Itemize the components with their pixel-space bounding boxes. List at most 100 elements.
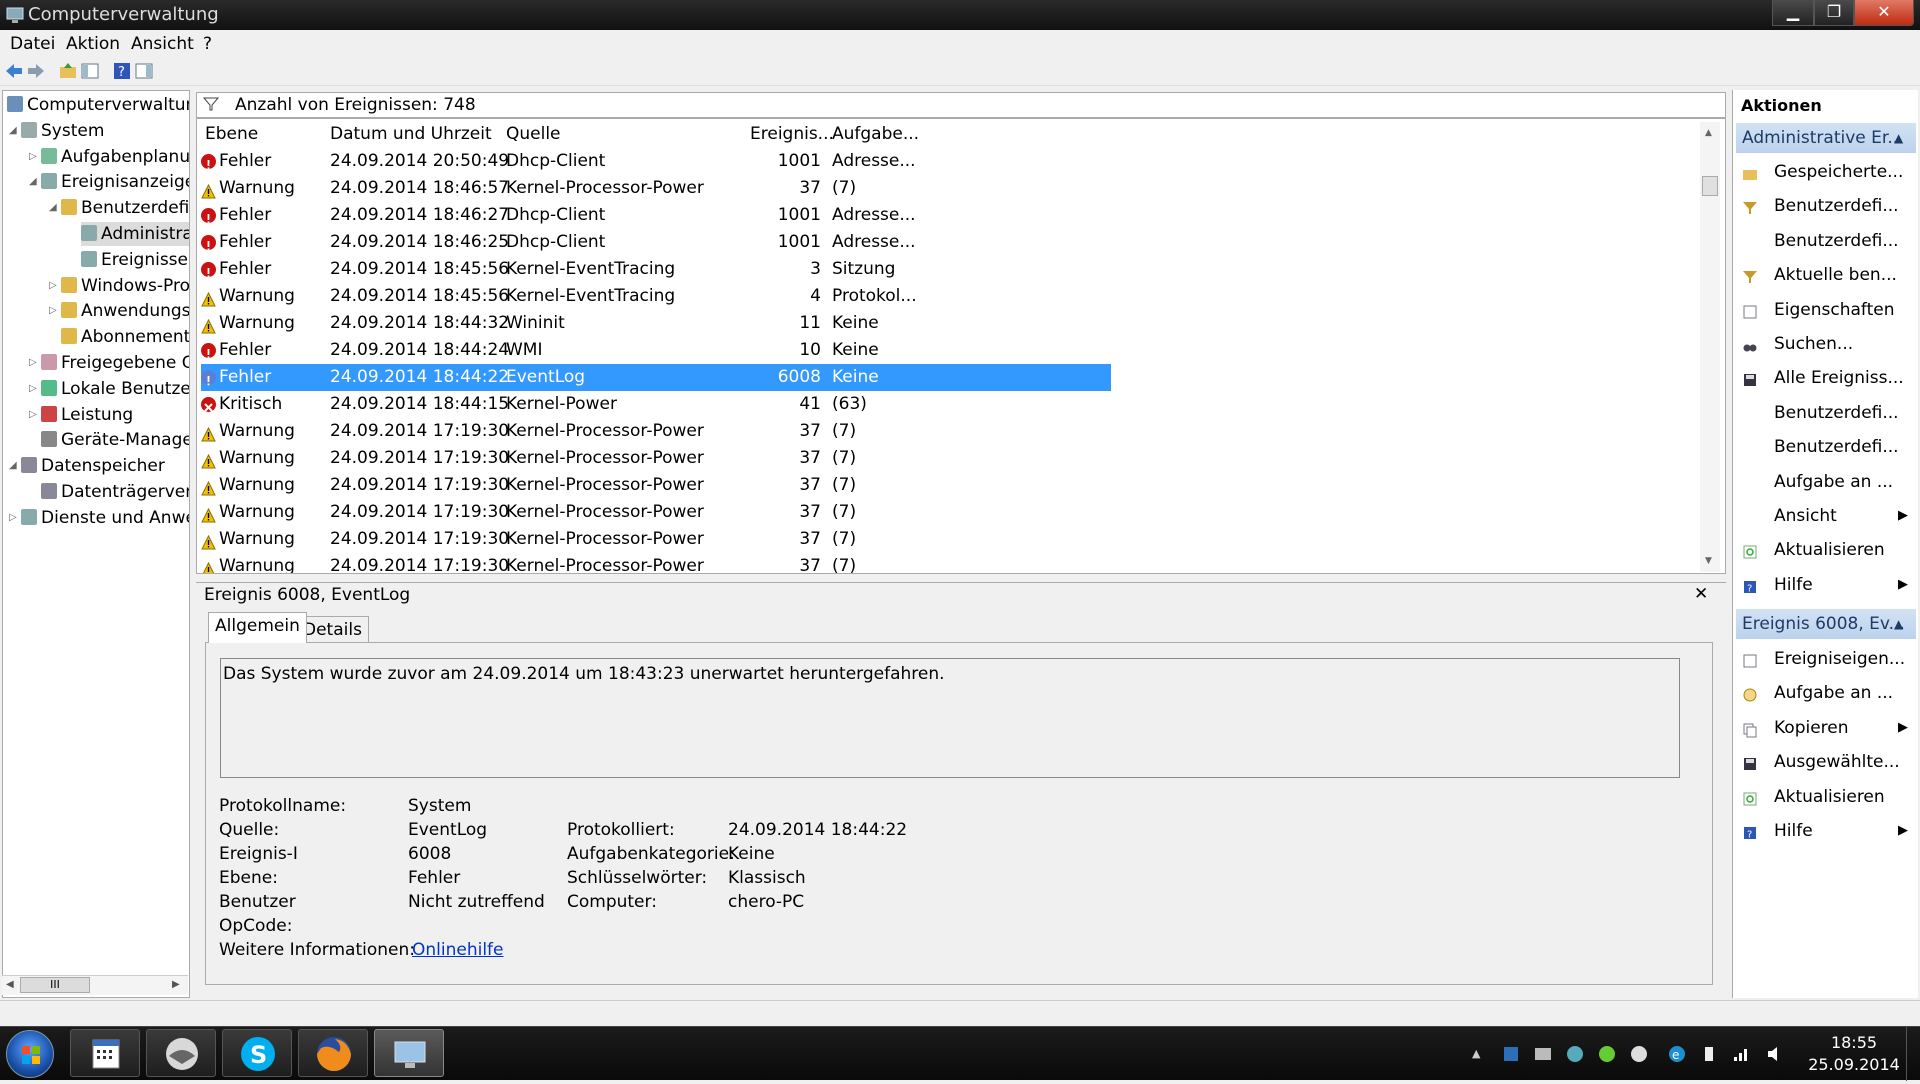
start-button[interactable]: [6, 1030, 54, 1078]
tree-node[interactable]: ▷ Anwendungs-: [49, 299, 189, 323]
taskbar-skype-app[interactable]: S: [222, 1029, 292, 1077]
column-header-source[interactable]: Quelle: [506, 121, 561, 147]
detail-close-icon[interactable]: ✕: [1694, 584, 1708, 604]
keyboard-tray-icon[interactable]: [1534, 1045, 1552, 1063]
submenu-arrow-icon[interactable]: ▶: [1898, 508, 1908, 523]
tree-node[interactable]: ▷ Aufgabenplanur: [29, 145, 189, 169]
help-icon[interactable]: ?: [112, 61, 132, 81]
taskbar-computer-management-app[interactable]: [374, 1029, 444, 1077]
action-item[interactable]: Benutzerdefi...: [1774, 403, 1899, 423]
table-row[interactable]: Warnung 24.09.2014 18:45:56 Kernel-EventTr…: [201, 283, 1111, 310]
collapsed-triangle-icon[interactable]: ▷: [29, 377, 37, 401]
submenu-arrow-icon[interactable]: ▶: [1898, 823, 1908, 838]
table-row[interactable]: Fehler 24.09.2014 18:44:24 WMI Keine 10: [201, 337, 1111, 364]
column-header-task[interactable]: Aufgabe...: [832, 121, 919, 147]
network-tool-tray-icon[interactable]: [1502, 1045, 1520, 1063]
action-item[interactable]: Hilfe: [1774, 821, 1813, 841]
scroll-thumb[interactable]: III: [20, 977, 90, 993]
signal-icon[interactable]: [1732, 1045, 1750, 1063]
taskbar-calendar-app[interactable]: [70, 1029, 140, 1077]
scroll-left-icon[interactable]: ◀: [6, 979, 14, 990]
tab-allgemein[interactable]: Allgemein: [208, 612, 307, 643]
column-header-level[interactable]: Ebene: [205, 121, 258, 147]
scroll-down-icon[interactable]: ▼: [1705, 556, 1712, 566]
action-item[interactable]: Aufgabe an ...: [1774, 683, 1893, 703]
clock-time[interactable]: 18:55: [1804, 1033, 1904, 1052]
action-item[interactable]: Benutzerdefi...: [1774, 196, 1899, 216]
table-row[interactable]: Warnung 24.09.2014 18:44:32 Wininit Keine 11: [201, 310, 1111, 337]
up-folder-icon[interactable]: [58, 61, 78, 81]
tree-horizontal-scrollbar[interactable]: ◀ III ▶: [2, 975, 188, 995]
table-row[interactable]: Warnung 24.09.2014 17:19:30 Kernel-Process…: [201, 472, 1111, 499]
tree-node[interactable]: Ereignisse c: [81, 248, 189, 272]
tree-node[interactable]: ▷ Lokale Benutzer: [29, 377, 189, 401]
back-arrow-icon[interactable]: [4, 61, 24, 81]
menu-ansicht[interactable]: Ansicht: [131, 34, 194, 54]
action-item[interactable]: Benutzerdefi...: [1774, 437, 1899, 457]
tree-node[interactable]: ◢ Datenspeicher: [9, 454, 165, 478]
scroll-right-icon[interactable]: ▶: [172, 979, 180, 990]
table-row[interactable]: Fehler 24.09.2014 18:46:25 Dhcp-Client Adre…: [201, 229, 1111, 256]
submenu-arrow-icon[interactable]: ▶: [1898, 720, 1908, 735]
table-row[interactable]: Fehler 24.09.2014 20:50:49 Dhcp-Client Adre…: [201, 148, 1111, 175]
collapsed-triangle-icon[interactable]: ▷: [49, 274, 57, 298]
tree-node[interactable]: Datenträgerverw: [41, 480, 189, 504]
tree-node[interactable]: ▷ Leistung: [29, 403, 133, 427]
cloud-tray-icon[interactable]: [1630, 1045, 1648, 1063]
tree-node[interactable]: ▷ Freigegebene Or: [29, 351, 189, 375]
action-item[interactable]: Aktuelle ben...: [1774, 265, 1897, 285]
scroll-thumb[interactable]: [1702, 176, 1718, 196]
expanded-triangle-icon[interactable]: ◢: [9, 119, 17, 143]
table-row[interactable]: Warnung 24.09.2014 17:19:30 Kernel-Process…: [201, 499, 1111, 526]
action-item[interactable]: Benutzerdefi...: [1774, 231, 1899, 251]
actions-section-log[interactable]: Administrative Er... ▲: [1736, 123, 1916, 153]
online-help-link[interactable]: Onlinehilfe: [412, 940, 504, 960]
submenu-arrow-icon[interactable]: ▶: [1898, 577, 1908, 592]
tab-details[interactable]: Details: [296, 616, 369, 644]
table-row[interactable]: Warnung 24.09.2014 17:19:30 Kernel-Process…: [201, 553, 1111, 573]
tree-node[interactable]: Administrat: [81, 222, 189, 246]
show-desktop-button[interactable]: [1906, 1027, 1920, 1081]
action-item[interactable]: Eigenschaften: [1774, 300, 1894, 320]
collapse-icon[interactable]: ▲: [1894, 123, 1903, 153]
tree-node[interactable]: ◢ Benutzerdefin: [49, 196, 189, 220]
volume-icon[interactable]: [1766, 1045, 1784, 1063]
collapsed-triangle-icon[interactable]: ▷: [29, 403, 37, 427]
action-item[interactable]: Suchen...: [1774, 334, 1853, 354]
table-row[interactable]: Warnung 24.09.2014 17:19:30 Kernel-Process…: [201, 526, 1111, 553]
table-row[interactable]: Fehler 24.09.2014 18:46:27 Dhcp-Client Adre…: [201, 202, 1111, 229]
table-row[interactable]: Warnung 24.09.2014 17:19:30 Kernel-Process…: [201, 445, 1111, 472]
column-header-event-id[interactable]: Ereignis...: [750, 121, 834, 147]
show-hidden-icons[interactable]: ▲: [1472, 1047, 1480, 1060]
collapsed-triangle-icon[interactable]: ▷: [49, 299, 57, 323]
action-item[interactable]: Kopieren: [1774, 718, 1849, 738]
tree-node[interactable]: Abonnements: [61, 325, 189, 349]
action-item[interactable]: Ausgewählte...: [1774, 752, 1900, 772]
forward-arrow-icon[interactable]: [26, 61, 46, 81]
table-row[interactable]: Fehler 24.09.2014 18:44:22 EventLog Keine 60…: [201, 364, 1111, 391]
show-hide-action-pane-icon[interactable]: [134, 61, 154, 81]
scroll-up-icon[interactable]: ▲: [1705, 128, 1712, 138]
battery-icon[interactable]: [1700, 1045, 1718, 1063]
table-row[interactable]: Warnung 24.09.2014 17:19:30 Kernel-Process…: [201, 418, 1111, 445]
tree-node[interactable]: Computerverwaltung: [7, 93, 189, 117]
action-item[interactable]: Hilfe: [1774, 575, 1813, 595]
actions-section-event[interactable]: Ereignis 6008, Ev... ▲: [1736, 609, 1916, 639]
expanded-triangle-icon[interactable]: ◢: [29, 170, 37, 194]
clock-date[interactable]: 25.09.2014: [1804, 1055, 1904, 1074]
close-button[interactable]: ✕: [1854, 0, 1914, 26]
collapsed-triangle-icon[interactable]: ▷: [29, 351, 37, 375]
action-item[interactable]: Alle Ereigniss...: [1774, 368, 1904, 388]
sync-tray-icon[interactable]: [1566, 1045, 1584, 1063]
taskbar-firefox-app[interactable]: [298, 1029, 368, 1077]
tree-node[interactable]: ▷ Dienste und Anwer: [9, 506, 189, 530]
event-table-vertical-scrollbar[interactable]: ▲ ▼: [1700, 122, 1720, 572]
minimize-button[interactable]: ▁: [1772, 0, 1814, 26]
action-item[interactable]: Aktualisieren: [1774, 540, 1885, 560]
menu-datei[interactable]: Datei: [10, 34, 55, 54]
tree-node[interactable]: Geräte-Manager: [41, 428, 189, 452]
action-item[interactable]: Gespeicherte...: [1774, 162, 1903, 182]
table-row[interactable]: Fehler 24.09.2014 18:45:56 Kernel-EventTra…: [201, 256, 1111, 283]
expanded-triangle-icon[interactable]: ◢: [9, 454, 17, 478]
expanded-triangle-icon[interactable]: ◢: [49, 196, 57, 220]
